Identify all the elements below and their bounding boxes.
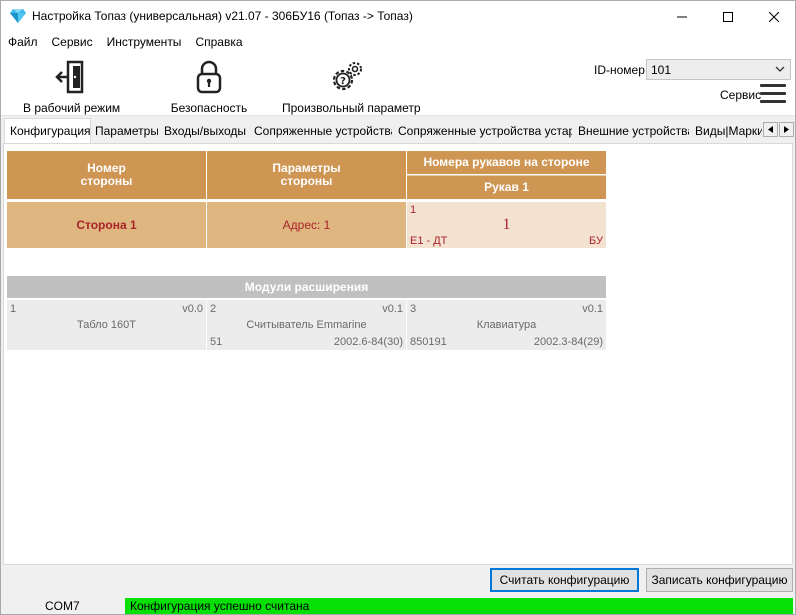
- module-name: Табло 160Т: [77, 319, 136, 331]
- nozzle-type: БУ: [589, 235, 603, 247]
- minimize-button[interactable]: [659, 1, 705, 32]
- title-bar: Настройка Топаз (универсальная) v21.07 -…: [1, 1, 795, 32]
- menu-tools[interactable]: Инструменты: [100, 32, 189, 52]
- status-message: Конфигурация успешно считана: [125, 598, 793, 614]
- nozzle-index: 1: [410, 204, 417, 216]
- module-serial: 51: [210, 336, 223, 348]
- menu-help[interactable]: Справка: [188, 32, 249, 52]
- header-nozzle-1: Рукав 1: [407, 175, 606, 199]
- module-card[interactable]: 2 v0.1 Считыватель Emmarine 51 2002.6-84…: [207, 300, 406, 350]
- gears-icon: ?: [332, 62, 362, 91]
- read-config-button[interactable]: Считать конфигурацию: [490, 568, 639, 592]
- maximize-icon: [723, 11, 733, 22]
- side-name-cell[interactable]: Сторона 1: [7, 202, 206, 248]
- work-mode-label: В рабочий режим: [23, 101, 121, 115]
- modules-header: Модули расширения: [7, 276, 606, 298]
- module-name: Считыватель Emmarine: [246, 319, 367, 331]
- status-bar: COM7 Конфигурация успешно считана: [1, 597, 795, 614]
- security-label: Безопасность: [170, 101, 248, 115]
- service-label: Сервис: [720, 88, 762, 102]
- module-version: v0.1: [382, 303, 403, 315]
- tab-configuration[interactable]: Конфигурация: [4, 118, 91, 143]
- svg-text:?: ?: [340, 76, 346, 87]
- module-firmware: 2002.3-84(29): [533, 336, 603, 348]
- write-config-button[interactable]: Записать конфигурацию: [646, 568, 793, 592]
- module-firmware: 2002.6-84(30): [333, 336, 403, 348]
- arrow-left-icon: [768, 126, 773, 133]
- com-port-label: COM7: [45, 599, 80, 613]
- work-mode-button[interactable]: В рабочий режим: [23, 59, 121, 115]
- module-number: 1: [10, 303, 17, 315]
- module-version: v0.0: [182, 303, 203, 315]
- module-card[interactable]: 1 v0.0 Табло 160Т: [7, 300, 206, 350]
- module-serial: 850191: [410, 336, 447, 348]
- toolbar: В рабочий режим Безопасность ? Произволь…: [1, 52, 795, 116]
- custom-param-button[interactable]: ? Произвольный параметр: [282, 59, 421, 115]
- close-button[interactable]: [751, 1, 796, 32]
- security-button[interactable]: Безопасность: [168, 59, 250, 115]
- nozzle-fuel: E1 - ДТ: [410, 235, 448, 247]
- hamburger-menu-icon[interactable]: [760, 84, 786, 106]
- module-number: 3: [410, 303, 417, 315]
- module-card[interactable]: 3 v0.1 Клавиатура 850191 2002.3-84(29): [407, 300, 606, 350]
- id-number-label: ID-номер: [594, 63, 645, 77]
- side-params-cell[interactable]: Адрес: 1: [207, 202, 406, 248]
- tab-types-brands[interactable]: Виды|Марки: [690, 121, 762, 142]
- tab-strip: Конфигурация Параметры Входы/выходы Сопр…: [1, 116, 795, 144]
- maximize-button[interactable]: [705, 1, 751, 32]
- gem-icon: [10, 9, 26, 23]
- chevron-down-icon: [775, 66, 785, 72]
- minimize-icon: [677, 16, 687, 17]
- header-side-number: Номер стороны: [7, 151, 206, 199]
- menu-bar: Файл Сервис Инструменты Справка: [1, 32, 795, 52]
- module-version: v0.1: [582, 303, 603, 315]
- header-side-params: Параметры стороны: [207, 151, 406, 199]
- id-number-value: 101: [651, 63, 672, 77]
- lock-icon: [196, 60, 222, 94]
- tab-paired-devices-legacy[interactable]: Сопряженные устройства устар.: [393, 121, 572, 142]
- close-icon: [769, 11, 779, 22]
- nozzle-number: 1: [502, 216, 511, 233]
- window-title: Настройка Топаз (универсальная) v21.07 -…: [32, 9, 413, 23]
- tab-external-devices[interactable]: Внешние устройства: [573, 121, 689, 142]
- module-number: 2: [210, 303, 217, 315]
- module-name: Клавиатура: [476, 319, 537, 331]
- tab-paired-devices[interactable]: Сопряженные устройства: [249, 121, 392, 142]
- tab-scroll-right[interactable]: [779, 122, 794, 137]
- tab-scroll-left[interactable]: [763, 122, 778, 137]
- tab-parameters[interactable]: Параметры: [90, 121, 158, 142]
- arrow-right-icon: [784, 126, 789, 133]
- custom-param-label: Произвольный параметр: [282, 101, 421, 115]
- configuration-panel: Номер стороны Параметры стороны Номера р…: [3, 143, 793, 565]
- id-number-select[interactable]: 101: [646, 59, 791, 80]
- tab-inputs-outputs[interactable]: Входы/выходы: [159, 121, 248, 142]
- header-nozzle-numbers: Номера рукавов на стороне: [407, 151, 606, 174]
- exit-door-icon: [55, 60, 84, 94]
- menu-service[interactable]: Сервис: [45, 32, 100, 52]
- app-window: Настройка Топаз (универсальная) v21.07 -…: [0, 0, 796, 615]
- nozzle-cell[interactable]: 1 1 E1 - ДТ БУ: [407, 202, 606, 248]
- menu-file[interactable]: Файл: [1, 32, 45, 52]
